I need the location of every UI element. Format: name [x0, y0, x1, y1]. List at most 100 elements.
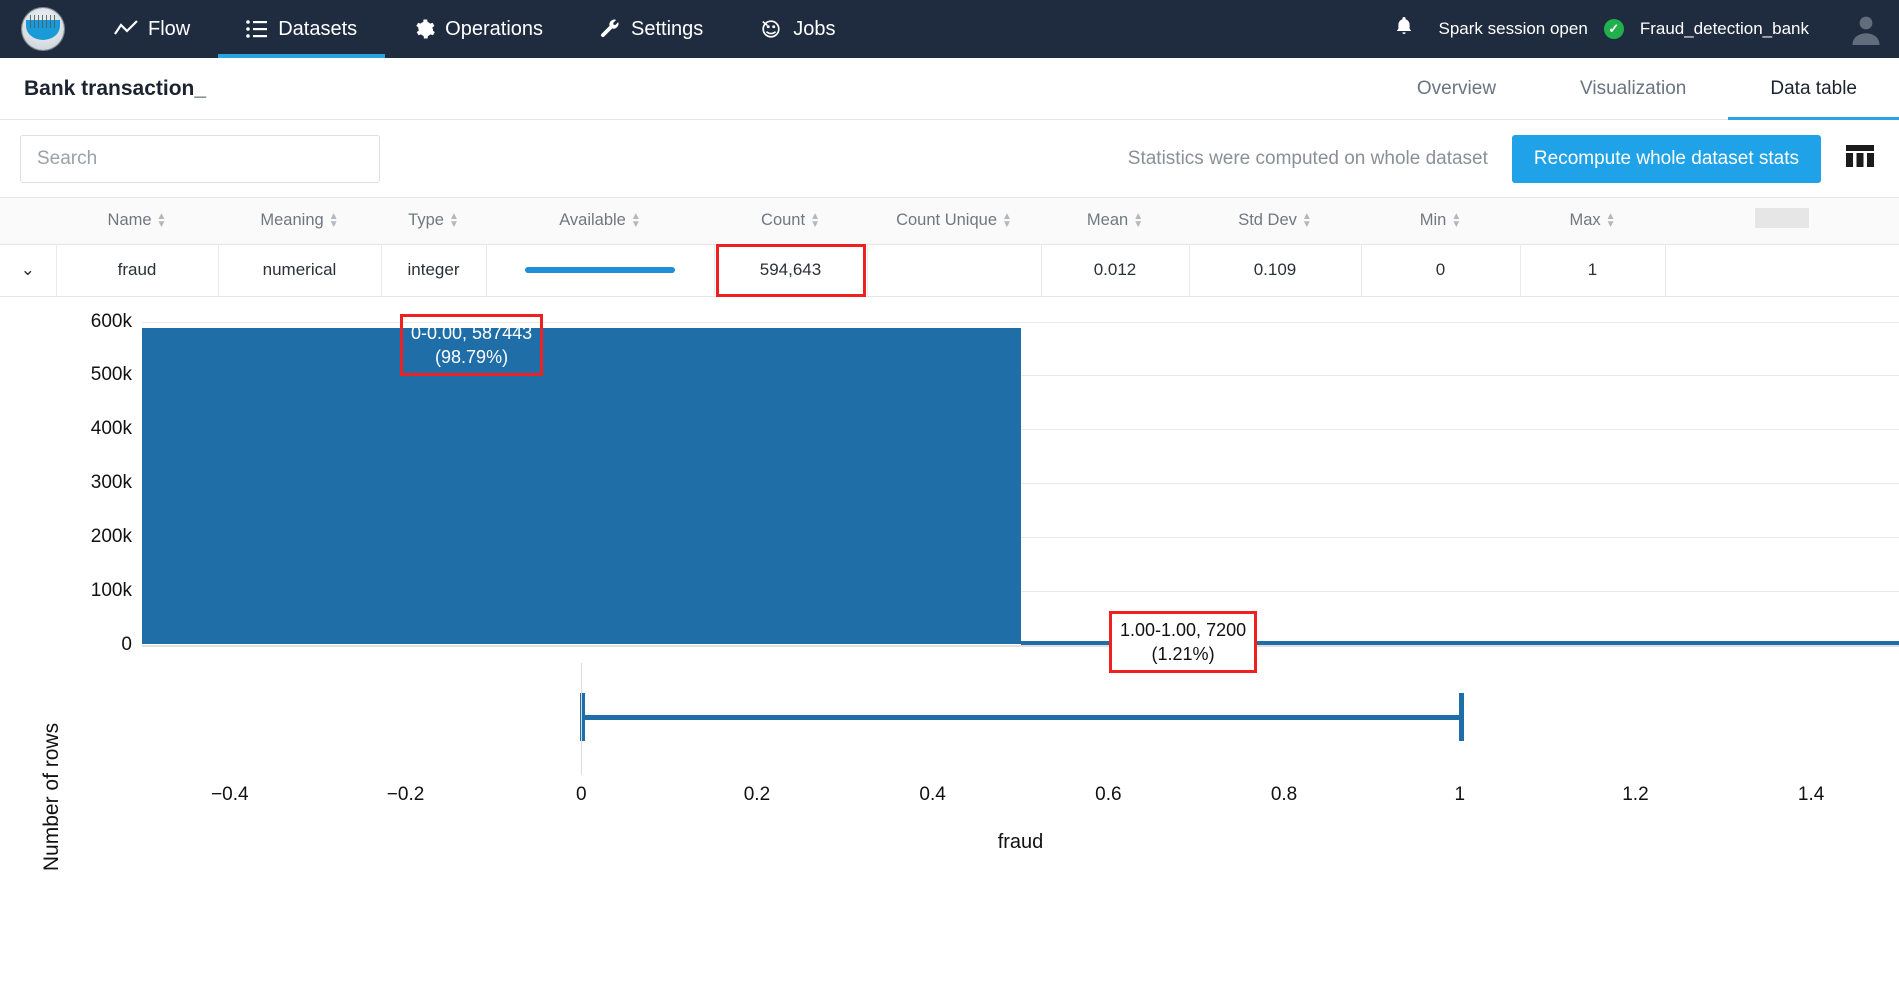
boxplot-whisker-line: [581, 714, 1460, 720]
gear-icon: [413, 18, 435, 40]
chart-y-tick-label: 500k: [90, 364, 132, 386]
sort-icon-meaning[interactable]: ▲ ▼: [329, 211, 339, 229]
nav-item-settings[interactable]: Settings: [571, 0, 731, 58]
sort-icon-mean[interactable]: ▲ ▼: [1133, 211, 1143, 229]
chart-gridline: [142, 644, 1899, 647]
chart-y-tick-label: 300k: [90, 472, 132, 493]
column-stats-table: Name ▲ ▼ Meaning ▲ ▼ Type ▲ ▼ Available ▲ ▼ Coun…: [0, 198, 1899, 297]
cell-min: 0: [1361, 244, 1521, 297]
chart-y-tick-label: 0: [121, 633, 132, 655]
col-header-max-label: Max: [1569, 211, 1601, 230]
col-header-mean-label: Mean: [1086, 211, 1129, 230]
cell-available: [486, 244, 715, 297]
col-header-meaning[interactable]: Meaning ▲ ▼: [218, 198, 381, 245]
primary-nav: Flow Datasets Operations Settings Jobs: [86, 0, 864, 58]
bin-annotation-line1: 0-0.00, 587443: [411, 322, 533, 343]
col-header-std-dev[interactable]: Std Dev ▲ ▼: [1189, 198, 1361, 245]
nav-right-group: Spark session open ✓ Fraud_detection_ban…: [1386, 0, 1899, 58]
chart-x-tick-label: 1: [1454, 783, 1466, 805]
bin-annotation-line1: 1.00-1.00, 7200: [1120, 619, 1247, 640]
chart-x-tick-label: 0.6: [1095, 783, 1122, 805]
cell-name: fraud: [56, 244, 219, 297]
recompute-stats-button[interactable]: Recompute whole dataset stats: [1511, 134, 1821, 183]
chart-y-axis-ticks: 0 100k 200k 300k 400k 500k 600k: [0, 297, 142, 957]
nav-item-datasets[interactable]: Datasets: [218, 0, 386, 58]
col-header-meaning-label: Meaning: [260, 211, 324, 230]
boxplot-guide-line: [581, 662, 583, 775]
nav-item-flow[interactable]: Flow: [86, 0, 218, 58]
col-header-type-label: Type: [408, 211, 444, 230]
row-expand-chevron-icon[interactable]: ⌄: [0, 244, 57, 297]
table-row[interactable]: ⌄ fraud numerical integer 594,643 0.012 …: [0, 243, 1899, 297]
histogram-bar[interactable]: [142, 328, 1021, 645]
list-icon: [246, 20, 268, 38]
project-name[interactable]: Fraud_detection_bank: [1640, 19, 1809, 39]
chart-x-tick-label: −0.2: [386, 783, 425, 805]
col-header-max[interactable]: Max ▲ ▼: [1520, 198, 1665, 245]
table-header-row: Name ▲ ▼ Meaning ▲ ▼ Type ▲ ▼ Available ▲ ▼ Coun…: [0, 198, 1899, 245]
nav-item-settings-label: Settings: [631, 17, 704, 40]
search-box[interactable]: [20, 134, 380, 183]
chart-x-tick-label: 0.4: [919, 783, 946, 805]
chart-x-tick-label: 0: [575, 783, 587, 805]
col-header-available[interactable]: Available ▲ ▼: [486, 198, 714, 245]
bin-annotation-1: 1.00-1.00, 7200 (1.21%): [1109, 610, 1258, 674]
tab-visualization-label: Visualization: [1580, 77, 1687, 99]
wrench-icon: [599, 18, 621, 40]
chart-x-tick-label: −0.4: [211, 783, 249, 805]
chart-y-tick-label: 200k: [90, 525, 132, 547]
chart-y-tick-label: 600k: [90, 310, 132, 332]
user-avatar-icon[interactable]: [1833, 0, 1899, 58]
table-columns-icon[interactable]: [1845, 143, 1879, 174]
notification-bell-icon[interactable]: [1386, 15, 1422, 44]
app-logo[interactable]: [0, 0, 86, 58]
nav-item-operations[interactable]: Operations: [385, 0, 571, 58]
nav-item-jobs[interactable]: Jobs: [731, 0, 863, 58]
tab-overview[interactable]: Overview: [1375, 58, 1538, 120]
chart-x-tick-label: 1.2: [1622, 783, 1649, 805]
col-header-extra: [1665, 198, 1899, 245]
col-header-chevron: [0, 198, 56, 245]
col-header-min-label: Min: [1419, 211, 1447, 230]
sort-icon-count[interactable]: ▲ ▼: [810, 211, 820, 229]
col-header-std-dev-label: Std Dev: [1238, 211, 1297, 230]
spark-session-status: Spark session open: [1438, 19, 1588, 38]
col-header-min[interactable]: Min ▲ ▼: [1361, 198, 1520, 245]
sort-icon-type[interactable]: ▲ ▼: [449, 211, 459, 229]
col-header-type[interactable]: Type ▲ ▼: [381, 198, 486, 245]
cell-count: 594,643: [714, 243, 868, 297]
jobs-icon: [759, 18, 783, 40]
toolbar-right-group: Statistics were computed on whole datase…: [1127, 134, 1879, 183]
top-navbar: Flow Datasets Operations Settings Jobs S…: [0, 0, 1899, 58]
cell-mean: 0.012: [1041, 244, 1190, 297]
chart-x-tick-label: 0.8: [1270, 783, 1298, 805]
sort-icon-std-dev[interactable]: ▲ ▼: [1302, 211, 1312, 229]
cell-std-dev: 0.109: [1189, 244, 1362, 297]
tab-data-table-label: Data table: [1770, 77, 1857, 99]
tab-data-table[interactable]: Data table: [1728, 58, 1899, 120]
chart-x-tick-label: 1.4: [1797, 783, 1825, 805]
search-input[interactable]: [37, 147, 363, 170]
cell-count-value: 594,643: [759, 260, 822, 279]
col-header-available-label: Available: [559, 211, 626, 230]
stats-computed-note: Statistics were computed on whole datase…: [1127, 147, 1488, 169]
sort-icon-count-unique[interactable]: ▲ ▼: [1002, 211, 1012, 229]
tab-visualization[interactable]: Visualization: [1538, 58, 1728, 120]
sort-icon-name[interactable]: ▲ ▼: [157, 211, 167, 229]
col-header-count-unique[interactable]: Count Unique ▲ ▼: [867, 198, 1041, 245]
sort-icon-available[interactable]: ▲ ▼: [631, 211, 641, 229]
histogram-chart: Number of rows 0 100k 200k 300k 400k 500k 600k…: [0, 297, 1899, 957]
col-header-name-label: Name: [107, 211, 152, 230]
sort-icon-max[interactable]: ▲ ▼: [1606, 211, 1616, 229]
col-header-count[interactable]: Count ▲ ▼: [714, 198, 867, 245]
col-header-mean[interactable]: Mean ▲ ▼: [1041, 198, 1189, 245]
cell-meaning: numerical: [218, 244, 382, 297]
flow-icon: [114, 19, 138, 39]
sort-icon-min[interactable]: ▲ ▼: [1451, 211, 1461, 229]
col-header-count-label: Count: [761, 211, 806, 230]
boxplot-cap-max: [1458, 692, 1464, 741]
available-progress-bar: [525, 267, 675, 273]
col-header-name[interactable]: Name ▲ ▼: [56, 198, 218, 245]
cell-type: integer: [381, 244, 487, 297]
page-title: Bank transaction_: [24, 76, 207, 100]
